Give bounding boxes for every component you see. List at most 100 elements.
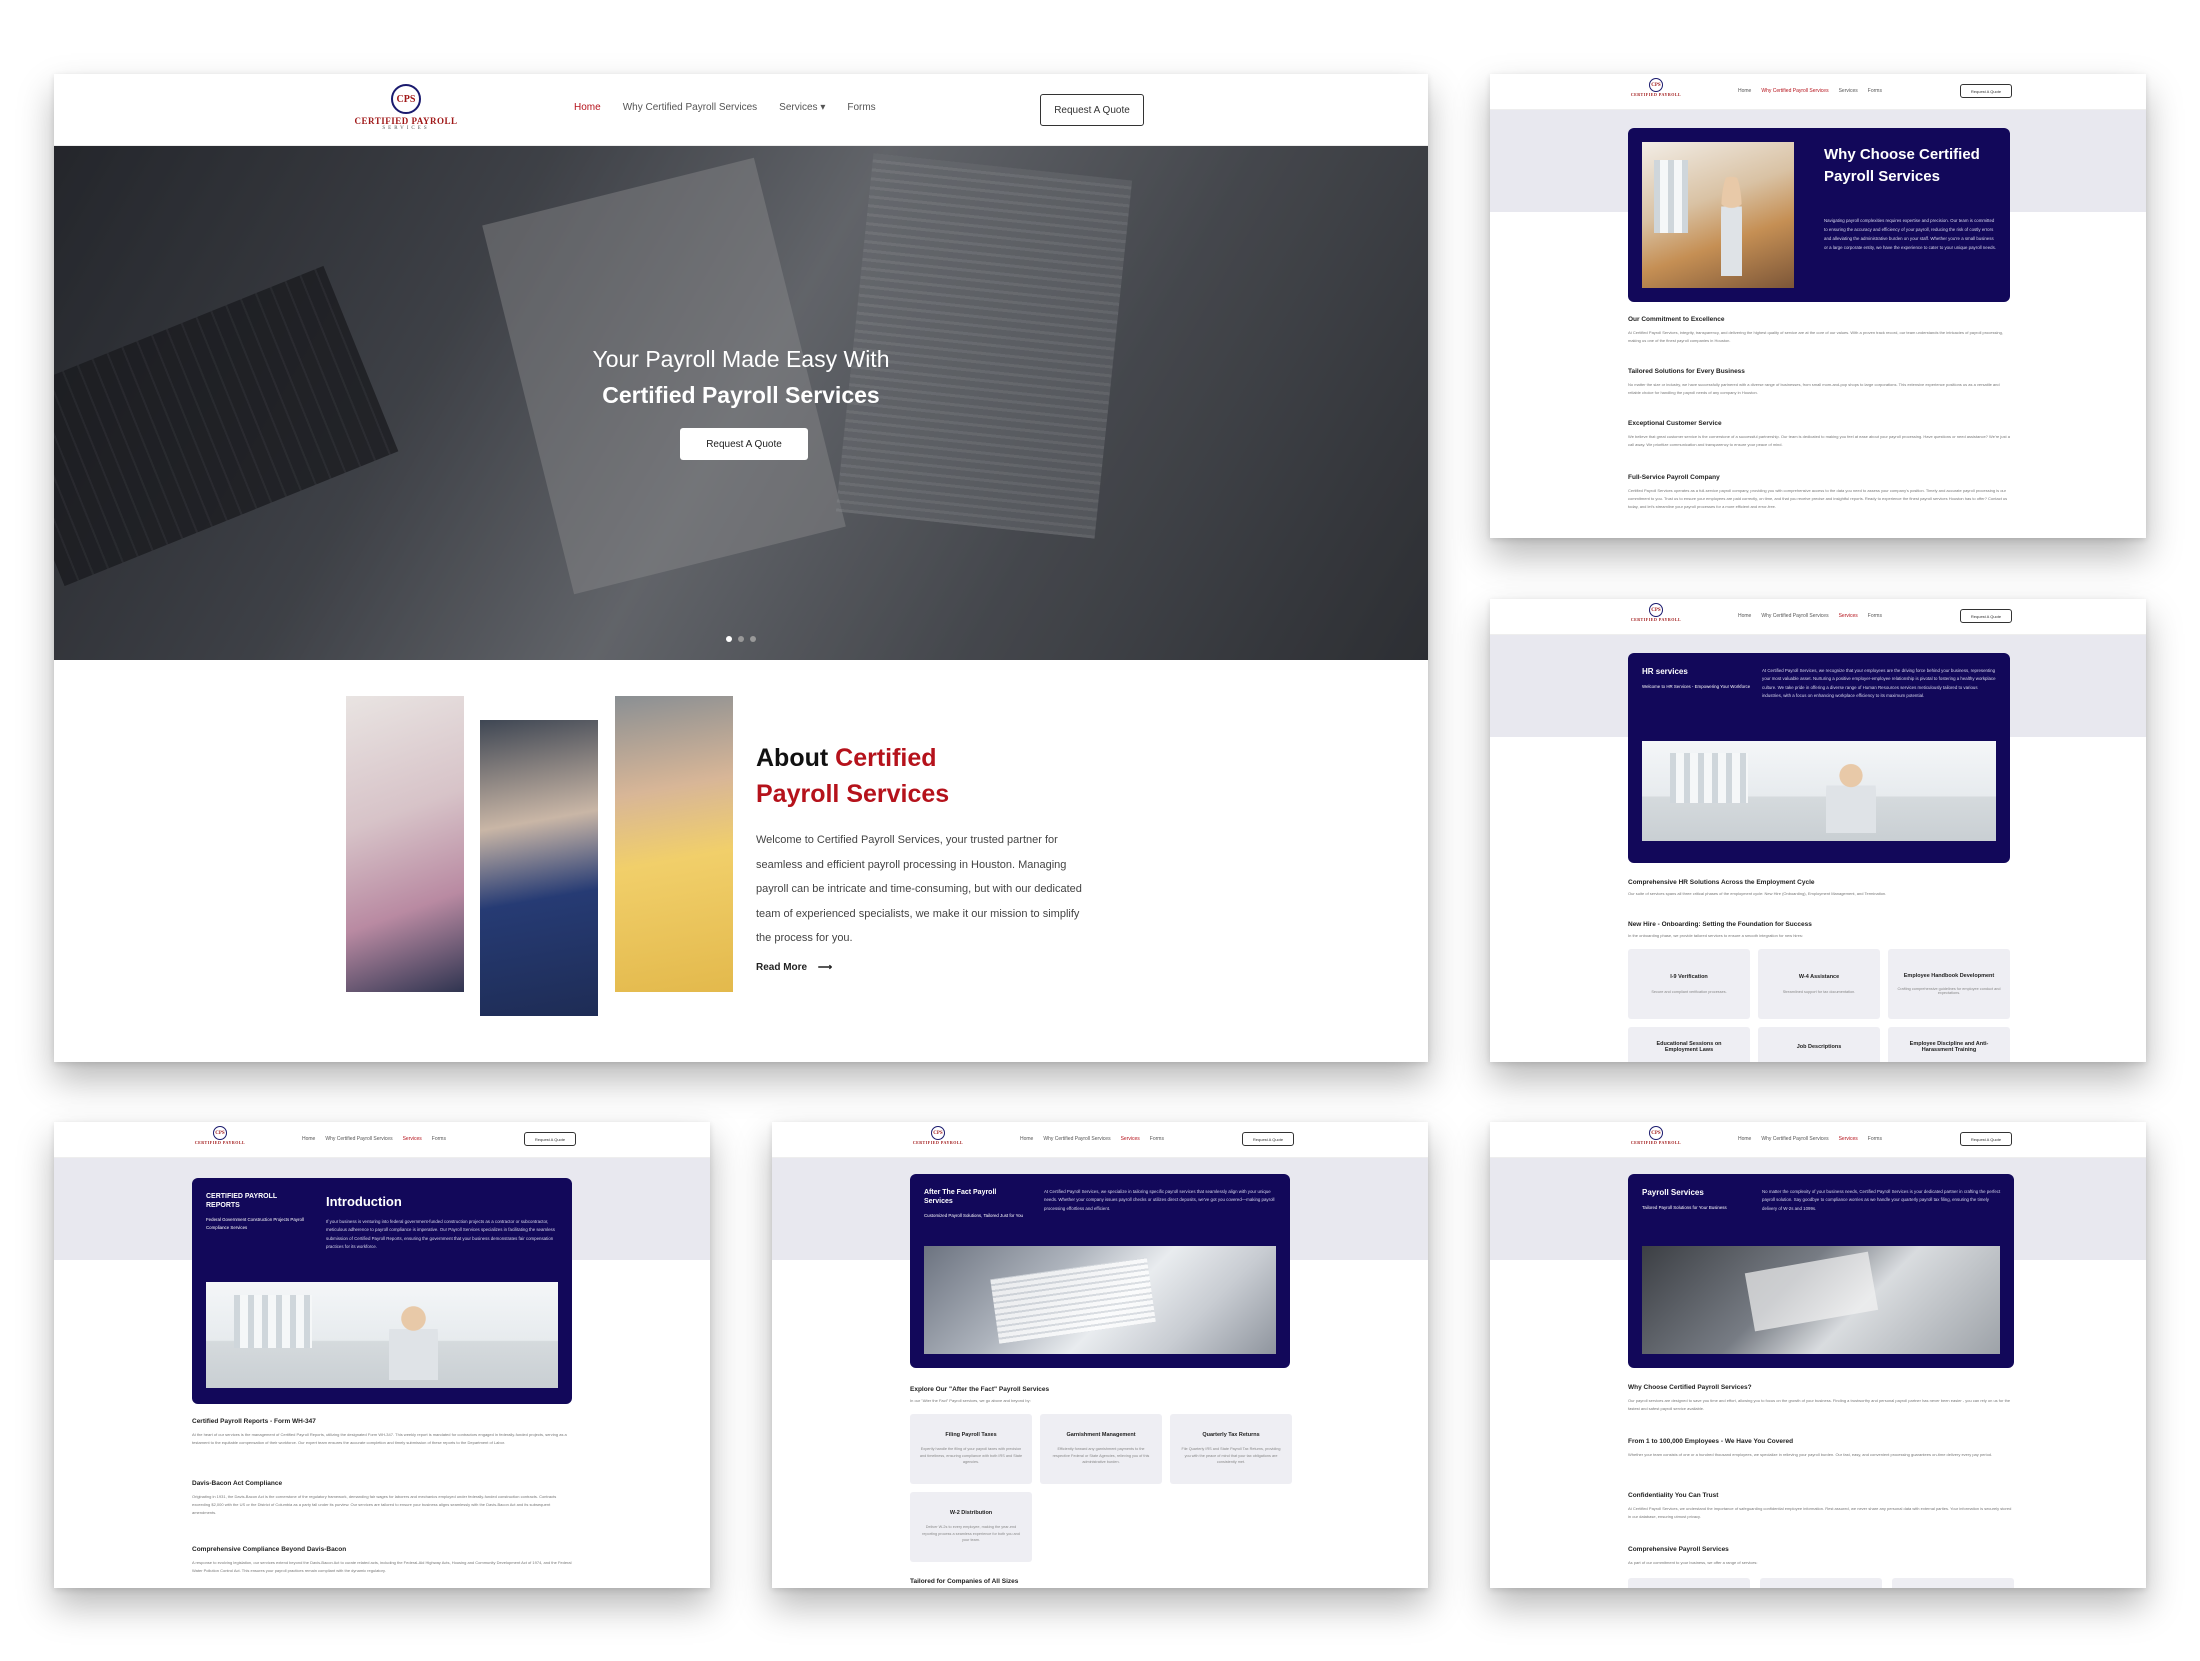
hr-tile-1[interactable]: I-9 Verification Secure and compliant ve…: [1628, 949, 1750, 1019]
hr-tile-6[interactable]: Employee Discipline and Anti-Harassment …: [1888, 1027, 2010, 1062]
why-logo-name: CERTIFIED PAYROLL: [1630, 92, 1682, 97]
hr-s2-text: In the onboarding phase, we provide tail…: [1628, 933, 1803, 938]
hr-s2-title: New Hire - Onboarding: Setting the Found…: [1628, 921, 1812, 928]
why-nav-why[interactable]: Why Certified Payroll Services: [1761, 88, 1828, 94]
ps-quote-button[interactable]: Request A Quote: [1960, 1132, 2012, 1146]
atf-nav-forms[interactable]: Forms: [1150, 1136, 1164, 1142]
cpr-logo[interactable]: CPS CERTIFIED PAYROLL: [190, 1126, 250, 1145]
atf-quote-button[interactable]: Request A Quote: [1242, 1132, 1294, 1146]
ps-tile-stub-2[interactable]: [1760, 1578, 1882, 1588]
ps-card-body: No matter the complexity of your busines…: [1762, 1189, 2001, 1211]
why-nav-forms[interactable]: Forms: [1868, 88, 1882, 94]
cpr-section-2: Davis-Bacon Act Compliance Originating i…: [192, 1480, 572, 1546]
hr-tile-3[interactable]: Employee Handbook Development Crafting c…: [1888, 949, 2010, 1019]
nav-menu: Home Why Certified Payroll Services Serv…: [574, 102, 876, 113]
hr-nav-why[interactable]: Why Certified Payroll Services: [1761, 613, 1828, 619]
why-nav-services[interactable]: Services: [1839, 88, 1858, 94]
nav-home[interactable]: Home: [574, 102, 601, 113]
ps-nav-home[interactable]: Home: [1738, 1136, 1751, 1142]
atf-nav-services[interactable]: Services: [1121, 1136, 1140, 1142]
hr-nav-home[interactable]: Home: [1738, 613, 1751, 619]
hr-logo[interactable]: CPS CERTIFIED PAYROLL: [1626, 603, 1686, 622]
cpr-intro-title: Introduction: [326, 1194, 402, 1209]
hr-tile-5-title: Job Descriptions: [1796, 1044, 1842, 1050]
slider-dot-2[interactable]: [738, 636, 744, 642]
why-section-3-title: Exceptional Customer Service: [1628, 420, 1722, 427]
ps-tile-stub-1[interactable]: [1628, 1578, 1750, 1588]
why-logo[interactable]: CPS CERTIFIED PAYROLL: [1626, 78, 1686, 97]
brand-logo[interactable]: CPS CERTIFIED PAYROLL SERVICES: [346, 84, 466, 131]
hr-tile-1-title: I-9 Verification: [1670, 974, 1708, 980]
why-nav: CPS CERTIFIED PAYROLL Home Why Certified…: [1490, 74, 2146, 110]
hr-tile-4[interactable]: Educational Sessions on Employment Laws: [1628, 1027, 1750, 1062]
hr-tile-2[interactable]: W-4 Assistance Streamlined support for t…: [1758, 949, 1880, 1019]
hr-nav-services[interactable]: Services: [1839, 613, 1858, 619]
why-card-title: Why Choose Certified Payroll Services: [1824, 146, 1980, 185]
about-body: Welcome to Certified Payroll Services, y…: [756, 834, 1082, 944]
nav-why[interactable]: Why Certified Payroll Services: [623, 102, 757, 113]
atf-nav-why[interactable]: Why Certified Payroll Services: [1043, 1136, 1110, 1142]
hr-s1-text: Our suite of services spans all three cr…: [1628, 891, 1887, 896]
request-quote-button[interactable]: Request A Quote: [1040, 94, 1144, 126]
ps-section-1-title: Why Choose Certified Payroll Services?: [1628, 1384, 1752, 1391]
atf-logo[interactable]: CPS CERTIFIED PAYROLL: [908, 1126, 968, 1145]
ps-card-photo: [1642, 1246, 2000, 1354]
hr-tile-5[interactable]: Job Descriptions: [1758, 1027, 1880, 1062]
about-read-more[interactable]: Read More ⟶: [756, 962, 832, 973]
why-section-2-text: No matter the size or industry, we have …: [1628, 382, 2000, 395]
hr-quote-button[interactable]: Request A Quote: [1960, 609, 2012, 623]
about-section: About Certified Payroll Services Welcome…: [54, 660, 1428, 1062]
cpr-nav-why[interactable]: Why Certified Payroll Services: [325, 1136, 392, 1142]
atf-s1-text: In our "After the Fact" Payroll services…: [910, 1398, 1031, 1403]
hr-tile-3-desc: Crafting comprehensive guidelines for em…: [1897, 987, 2001, 995]
atf-logo-monogram: CPS: [931, 1126, 945, 1140]
atf-tile-1[interactable]: Filing Payroll Taxes Expertly handle the…: [910, 1414, 1032, 1484]
cpr-nav-services[interactable]: Services: [403, 1136, 422, 1142]
read-more-label: Read More: [756, 962, 808, 973]
atf-nav-home[interactable]: Home: [1020, 1136, 1033, 1142]
cpr-nav-home[interactable]: Home: [302, 1136, 315, 1142]
ps-logo[interactable]: CPS CERTIFIED PAYROLL: [1626, 1126, 1686, 1145]
hr-nav: CPS CERTIFIED PAYROLL Home Why Certified…: [1490, 599, 2146, 635]
hr-nav-forms[interactable]: Forms: [1868, 613, 1882, 619]
why-quote-button[interactable]: Request A Quote: [1960, 84, 2012, 98]
cpr-section-2-title: Davis-Bacon Act Compliance: [192, 1480, 283, 1487]
hr-card-body: At Certified Payroll Services, we recogn…: [1762, 668, 1996, 699]
atf-card-title: After The Fact Payroll Services: [924, 1189, 997, 1205]
home-page-screenshot: CPS CERTIFIED PAYROLL SERVICES Home Why …: [54, 74, 1428, 1062]
hero-quote-button[interactable]: Request A Quote: [680, 428, 808, 460]
hero-title-line2: Certified Payroll Services: [602, 382, 880, 408]
atf-tile-1-title: Filing Payroll Taxes: [945, 1432, 997, 1439]
ps-card-sub: Tailored Payroll Solutions for Your Busi…: [1642, 1205, 1727, 1210]
nav-forms[interactable]: Forms: [847, 102, 875, 113]
nav-services[interactable]: Services ▾: [779, 102, 825, 113]
ps-nav-services[interactable]: Services: [1839, 1136, 1858, 1142]
cpr-nav-forms[interactable]: Forms: [432, 1136, 446, 1142]
ps-section-1: Why Choose Certified Payroll Services? O…: [1628, 1384, 2014, 1438]
atf-tile-3-title: Quarterly Tax Returns: [1202, 1432, 1260, 1439]
atf-tile-4[interactable]: W-2 Distribution Deliver W-2s to every e…: [910, 1492, 1032, 1562]
slider-dot-3[interactable]: [750, 636, 756, 642]
hr-logo-monogram: CPS: [1649, 603, 1663, 617]
cpr-logo-name: CERTIFIED PAYROLL: [194, 1140, 246, 1145]
ps-nav-forms[interactable]: Forms: [1868, 1136, 1882, 1142]
atf-tile-3[interactable]: Quarterly Tax Returns File Quarterly IRS…: [1170, 1414, 1292, 1484]
ps-section-4-text: As part of our commitment to your busine…: [1628, 1560, 1758, 1565]
cpr-section-1-text: At the heart of our services is the mana…: [192, 1432, 567, 1445]
atf-tile-2[interactable]: Garnishment Management Efficiently forwa…: [1040, 1414, 1162, 1484]
ps-section-2: From 1 to 100,000 Employees - We Have Yo…: [1628, 1438, 2014, 1492]
why-nav-home[interactable]: Home: [1738, 88, 1751, 94]
ps-tile-stub-3[interactable]: [1892, 1578, 2014, 1588]
hero-title-line1: Your Payroll Made Easy With: [592, 346, 890, 372]
ps-card: Payroll Services Tailored Payroll Soluti…: [1628, 1174, 2014, 1368]
ps-section-3-text: At Certified Payroll Services, we unders…: [1628, 1506, 2012, 1519]
hero-slider: Your Payroll Made Easy With Certified Pa…: [54, 146, 1428, 660]
ps-nav-why[interactable]: Why Certified Payroll Services: [1761, 1136, 1828, 1142]
ps-card-title: Payroll Services: [1642, 1188, 1704, 1197]
atf-menu: Home Why Certified Payroll Services Serv…: [1020, 1136, 1164, 1142]
atf-tile-1-desc: Expertly handle the filing of your payro…: [919, 1447, 1023, 1465]
cpr-quote-button[interactable]: Request A Quote: [524, 1132, 576, 1146]
slider-dot-1[interactable]: [726, 636, 732, 642]
hr-tile-2-title: W-4 Assistance: [1798, 974, 1840, 980]
about-photo-man: [615, 696, 733, 992]
